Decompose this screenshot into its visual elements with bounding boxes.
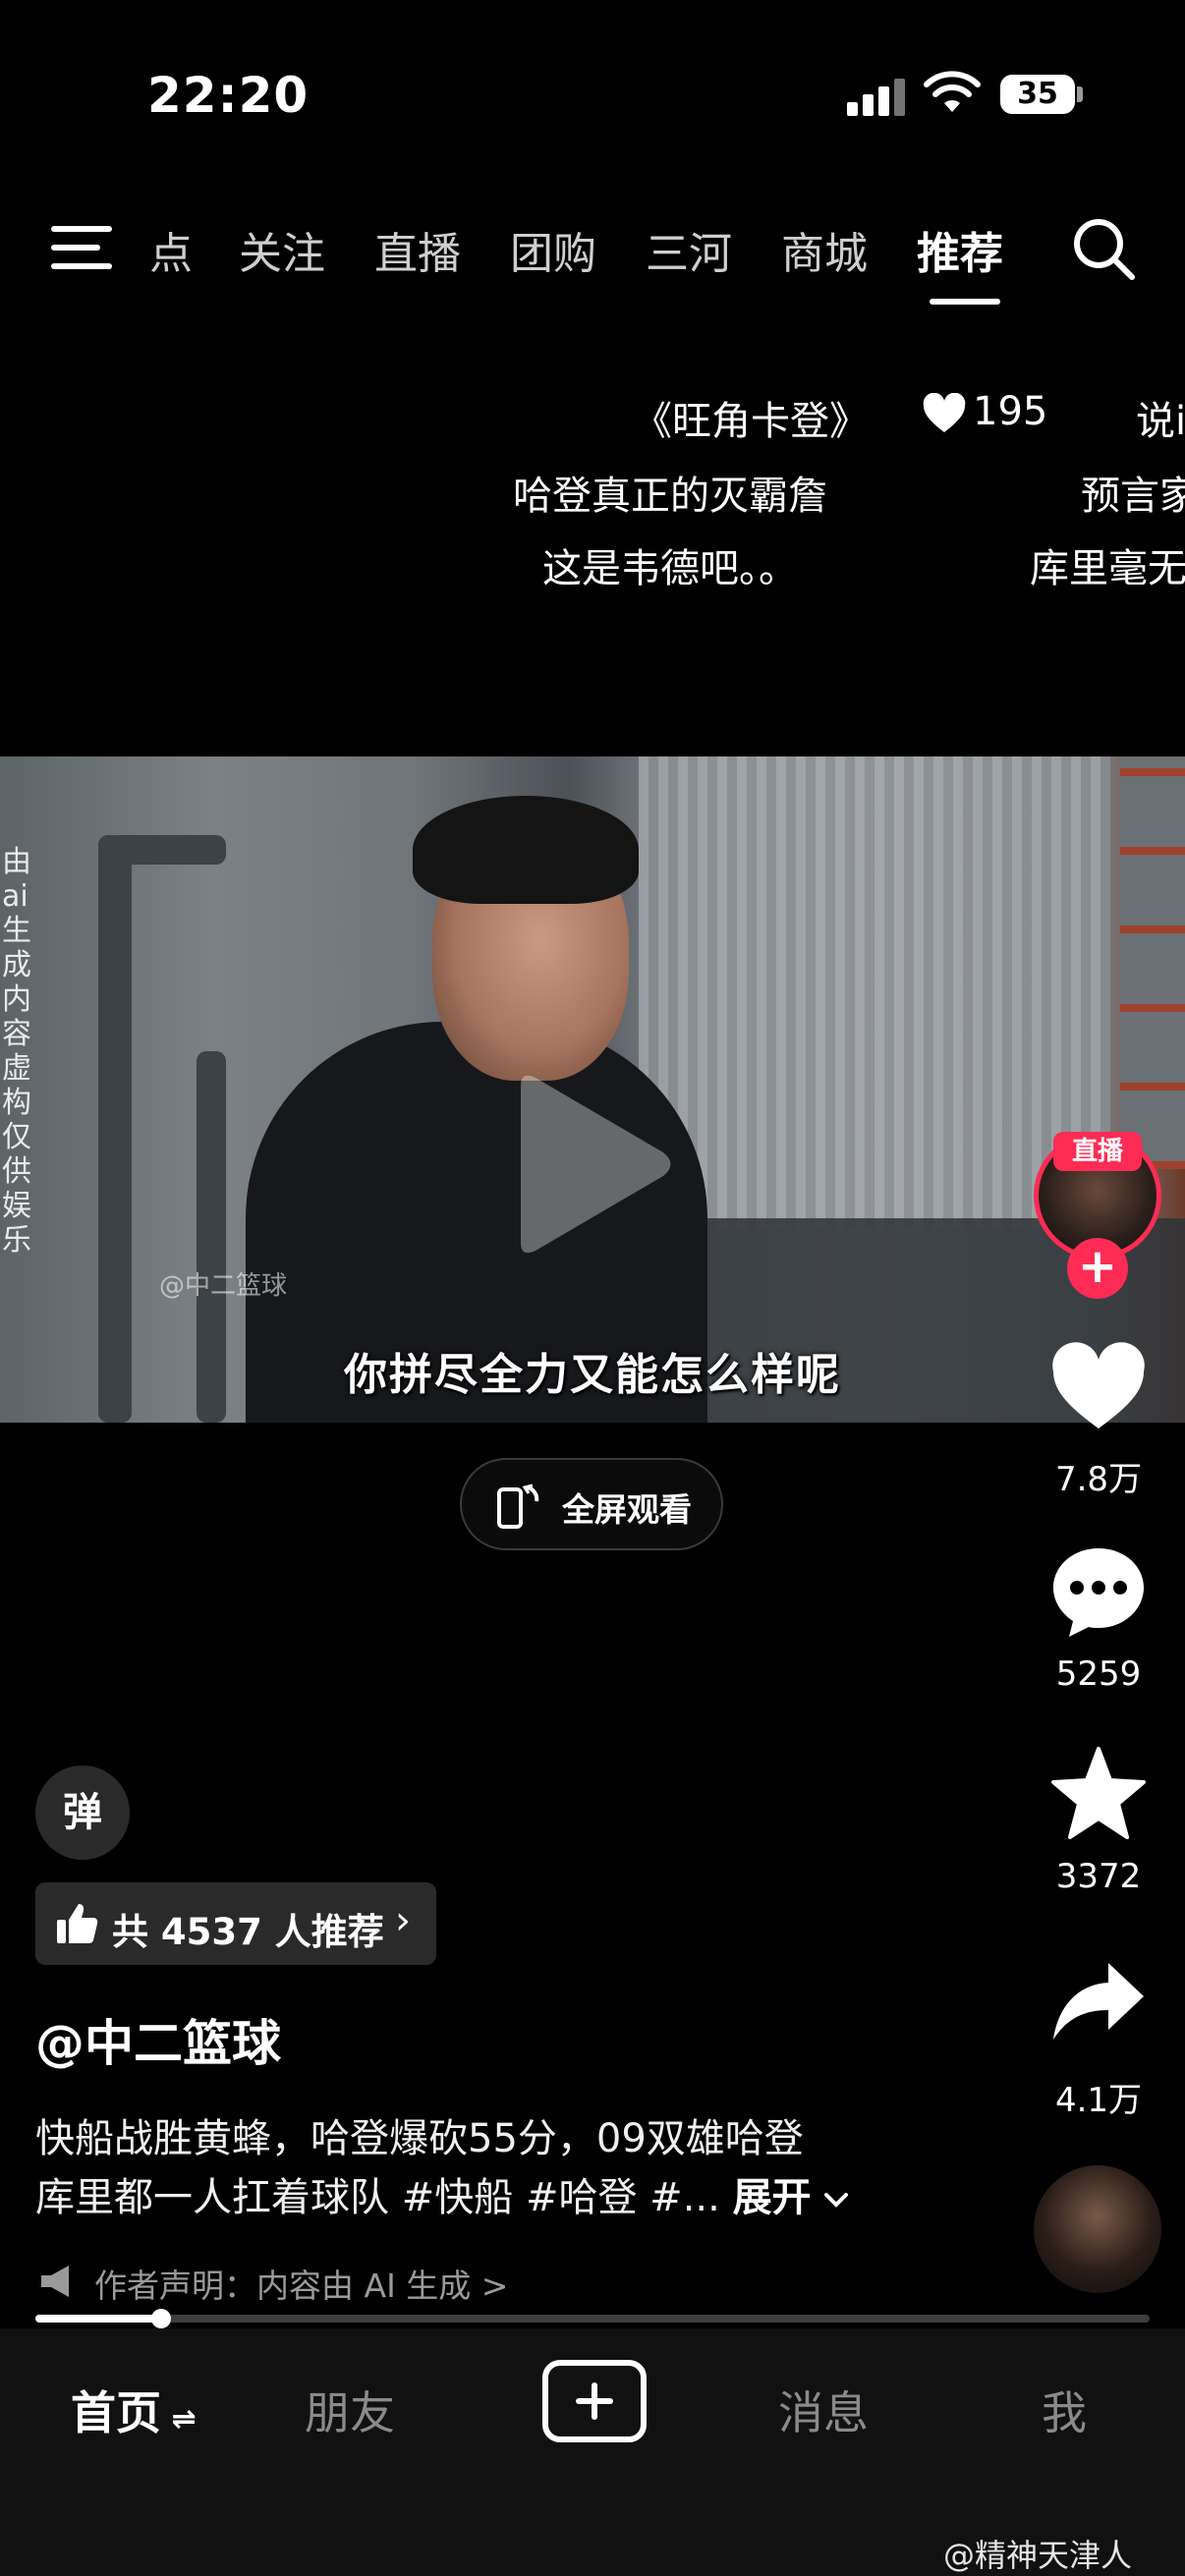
ai-generated-notice: 由ai生成 内容虚构 仅供娱乐 (2, 845, 31, 1258)
fullscreen-button[interactable]: 全屏观看 (460, 1458, 723, 1550)
video-watermark: @中二篮球 (159, 1271, 288, 1301)
danmaku-item: 这是韦德吧。。 (542, 546, 798, 591)
chevron-down-icon (824, 2193, 849, 2208)
wifi-icon (924, 71, 981, 112)
danmaku-item: 哈登真正的灭霸詹 (513, 474, 827, 519)
swap-icon: ⇌ (161, 2402, 197, 2436)
signal-icon (847, 77, 906, 116)
danmaku-item: 《旺角卡登》 (633, 399, 869, 444)
tab-following[interactable]: 关注 (239, 218, 325, 281)
share-icon[interactable] (1049, 1955, 1148, 2053)
favorite-count: 3372 (1055, 1857, 1142, 1896)
tab-messages[interactable]: 消息 (778, 2378, 869, 2442)
tab-home[interactable]: 首页 ⇌ (71, 2378, 197, 2442)
thumbs-up-icon (57, 1904, 98, 1943)
tab-mall[interactable]: 商城 (781, 218, 868, 281)
danmaku-item: 库里毫无 (1030, 546, 1185, 591)
tab-me[interactable]: 我 (1042, 2378, 1087, 2442)
video-subtitle: 你拼尽全力又能怎么样呢 (344, 1350, 841, 1400)
tab-home-label: 首页 (71, 2386, 161, 2439)
weibo-watermark: @精神天津人 (943, 2537, 1133, 2574)
author-declaration[interactable]: 作者声明：内容由 AI 生成 > (94, 2260, 508, 2307)
tab-friends[interactable]: 朋友 (305, 2378, 395, 2442)
follow-button[interactable]: + (1067, 1238, 1128, 1299)
danmaku-item: 预言家 (1081, 474, 1185, 519)
menu-icon[interactable] (51, 224, 112, 271)
video-description: 快船战胜黄蜂，哈登爆砍55分，09双雄哈登 (35, 2116, 804, 2161)
video-description-text: 库里都一人扛着球队 #快船 #哈登 #... (35, 2175, 720, 2220)
tab-recommended[interactable]: 推荐 (917, 218, 1003, 281)
share-count: 4.1万 (1054, 2081, 1143, 2120)
recommend-count: 共 4537 人推荐 (112, 1911, 384, 1953)
tab-group-buy[interactable]: 团购 (510, 218, 596, 281)
tab-dian[interactable]: 点 (149, 218, 193, 281)
create-post-button[interactable] (542, 2360, 647, 2442)
progress-fill (35, 2315, 162, 2323)
live-badge: 直播 (1053, 1132, 1142, 1171)
video-description-2: 库里都一人扛着球队 #快船 #哈登 #... 展开 (35, 2165, 849, 2222)
author-name[interactable]: @中二篮球 (35, 2004, 281, 2075)
music-disc-avatar[interactable] (1034, 2165, 1161, 2293)
comment-icon[interactable] (1049, 1542, 1148, 1641)
chevron-right-icon: › (395, 1898, 411, 1943)
favorite-star-icon[interactable] (1049, 1745, 1148, 1843)
expand-button[interactable]: 展开 (733, 2175, 812, 2220)
battery-icon: 35 (1000, 75, 1075, 114)
megaphone-icon (41, 2266, 69, 2297)
danmaku-toggle[interactable]: 弹 (35, 1765, 130, 1860)
tab-sanhe[interactable]: 三河 (646, 218, 732, 281)
like-count: 7.8万 (1054, 1460, 1143, 1499)
comment-count: 5259 (1055, 1654, 1142, 1694)
battery-tip (1077, 86, 1083, 102)
play-icon[interactable] (501, 1066, 678, 1262)
fullscreen-label: 全屏观看 (562, 1490, 692, 1529)
tab-live[interactable]: 直播 (374, 218, 461, 281)
like-icon[interactable] (1049, 1340, 1148, 1438)
progress-track[interactable] (35, 2315, 1150, 2323)
search-icon[interactable] (1069, 214, 1138, 283)
progress-knob[interactable] (151, 2309, 172, 2328)
active-tab-indicator (930, 299, 1000, 305)
danmaku-likes: 195 (973, 389, 1048, 434)
recommend-pill[interactable]: 共 4537 人推荐 › (35, 1882, 436, 1965)
danmaku-item: 说i (1136, 399, 1185, 444)
heart-icon (923, 393, 966, 432)
rotate-screen-icon (497, 1484, 539, 1529)
status-time: 22:20 (147, 67, 310, 124)
